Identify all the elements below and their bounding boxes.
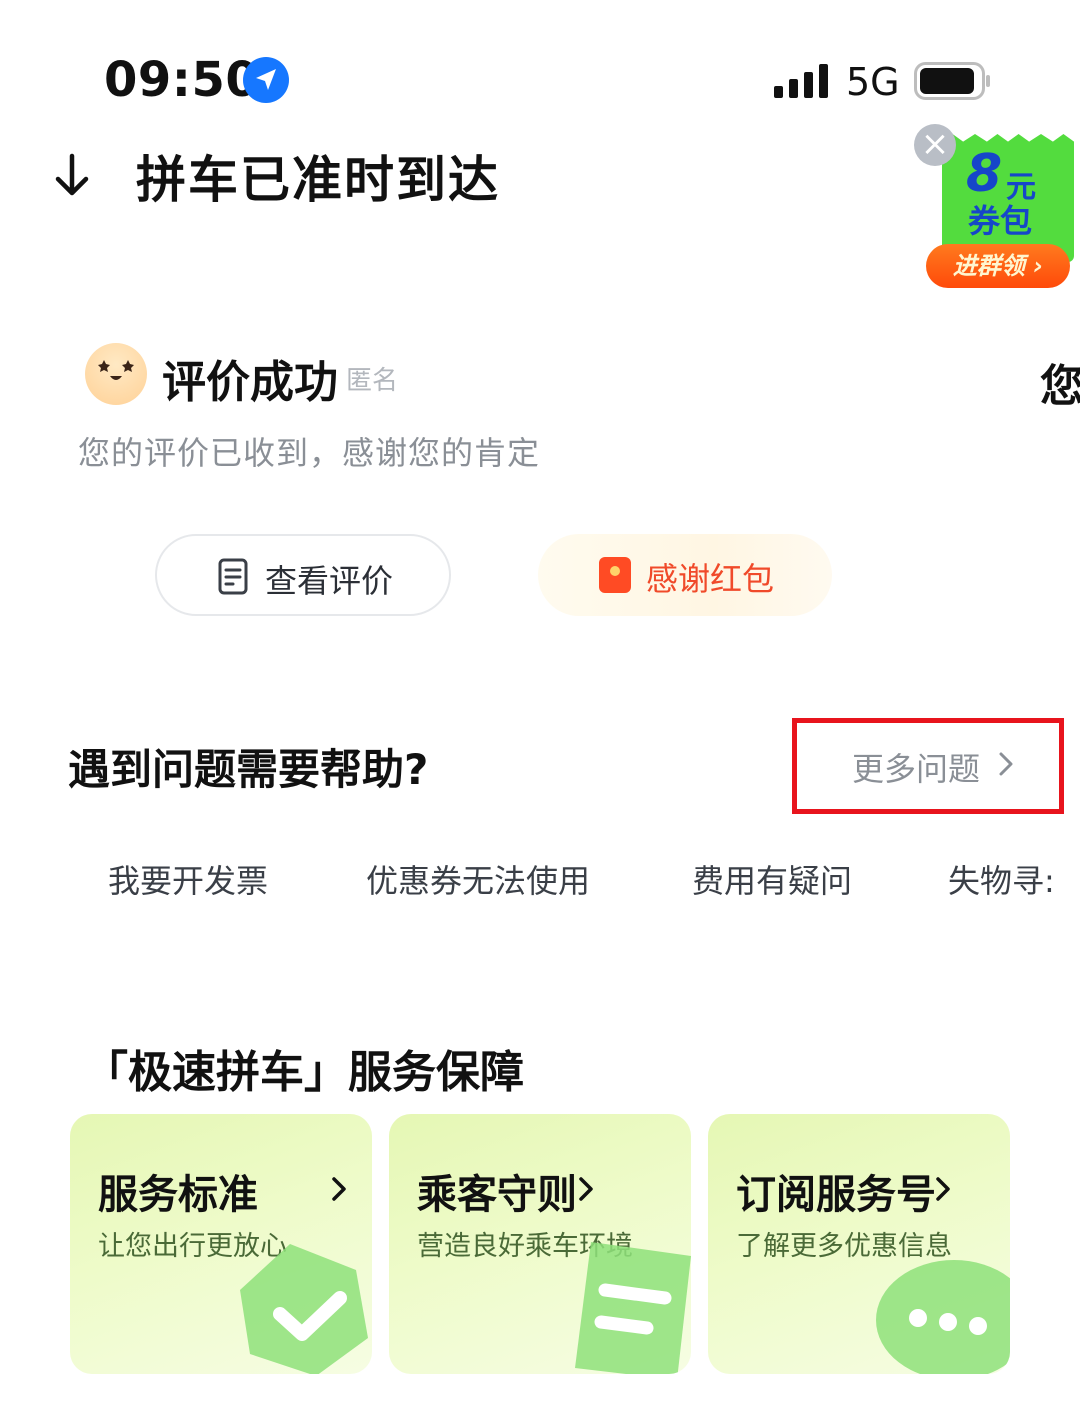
thank-redpacket-button[interactable]: 感谢红包 — [538, 534, 832, 616]
service-card-subscribe[interactable]: 订阅服务号 了解更多优惠信息 — [708, 1114, 1010, 1374]
chevron-right-icon — [936, 1177, 950, 1201]
review-success-title: 评价成功 — [162, 357, 338, 408]
smile-emoji-icon — [85, 343, 147, 405]
close-icon[interactable]: × — [914, 124, 956, 166]
anonymous-tag: 匿名 — [346, 366, 399, 396]
page-title: 拼车已准时到达 — [136, 151, 500, 209]
view-review-button[interactable]: 查看评价 — [155, 534, 451, 616]
chevron-right-icon — [579, 1177, 593, 1201]
help-section-title: 遇到问题需要帮助? — [68, 745, 429, 794]
quick-item-lost-item[interactable]: 失物寻: — [948, 856, 1055, 902]
red-envelope-icon — [599, 557, 631, 593]
coupon-promo[interactable]: × 8 元 券包 进群领 › — [914, 124, 1080, 294]
check-shield-icon — [240, 1244, 368, 1374]
highlight-annotation-box — [792, 718, 1064, 814]
document-icon — [575, 1242, 691, 1374]
review-description: 您的评价已收到，感谢您的肯定 — [78, 434, 541, 472]
status-time: 09:50 — [104, 52, 260, 108]
join-group-button[interactable]: 进群领 › — [926, 244, 1070, 288]
chevron-right-icon — [332, 1177, 346, 1201]
location-arrow-icon — [243, 57, 289, 103]
battery-icon — [914, 62, 990, 100]
service-section-title: 「极速拼车」服务保障 — [84, 1047, 524, 1098]
next-card-peek: 您 — [1040, 361, 1080, 412]
card-title: 服务标准 — [98, 1172, 258, 1218]
coupon-amount: 8 — [966, 144, 1003, 204]
service-card-standard[interactable]: 服务标准 让您出行更放心 — [70, 1114, 372, 1374]
quick-item-coupon[interactable]: 优惠券无法使用 — [366, 856, 590, 902]
document-icon — [218, 558, 248, 595]
signal-icon — [774, 64, 828, 98]
thank-redpacket-label: 感谢红包 — [646, 560, 775, 598]
coupon-subtitle: 券包 — [968, 202, 1033, 240]
card-title: 订阅服务号 — [736, 1172, 936, 1218]
quick-item-fee[interactable]: 费用有疑问 — [692, 856, 852, 902]
network-label: 5G — [846, 60, 900, 104]
view-review-label: 查看评价 — [265, 562, 394, 600]
service-card-rules[interactable]: 乘客守则 营造良好乘车环境 — [389, 1114, 691, 1374]
order-complete-page: 09:50 5G 拼车已准时到达 × 8 元 券包 进群领 › 评价成功 匿名 … — [0, 0, 1080, 1419]
quick-item-invoice[interactable]: 我要开发票 — [108, 856, 268, 902]
arrow-down-icon[interactable] — [50, 152, 94, 198]
card-title: 乘客守则 — [417, 1172, 577, 1218]
chat-bubble-icon — [876, 1260, 1010, 1374]
